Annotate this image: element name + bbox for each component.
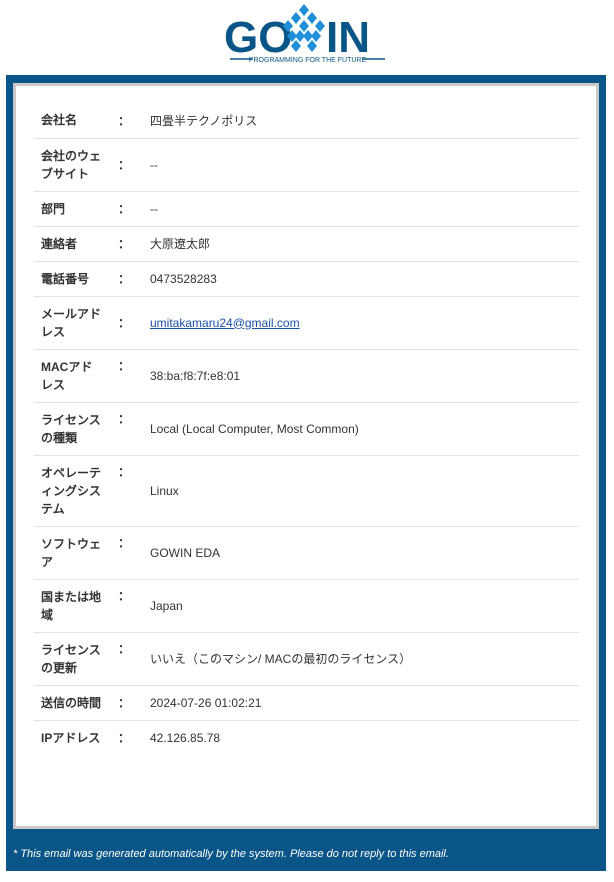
row-colon: ：: [104, 296, 144, 350]
table-row: 会社名 ： 四畳半テクノポリス: [34, 103, 579, 139]
row-colon: ：: [104, 226, 144, 262]
table-row: メールアドレス ： umitakamaru24@gmail.com: [34, 296, 579, 350]
table-row: オペレーティングシステム ： Linux: [34, 455, 579, 527]
row-colon: ：: [104, 103, 144, 139]
gowin-logo: GO IN PROGRAMMING FOR THE FUTURE: [224, 4, 385, 64]
row-label: ソフトウェア: [34, 526, 104, 580]
row-label: 連絡者: [34, 226, 104, 262]
table-row: 会社のウェブサイト ： --: [34, 138, 579, 192]
row-value-phone: 0473528283: [144, 261, 579, 297]
table-row: 送信の時間 ： 2024-07-26 01:02:21: [34, 685, 579, 721]
row-value-renewal: いいえ（このマシン/ MACの最初のライセンス）: [144, 632, 579, 686]
row-colon: ：: [104, 526, 144, 580]
logo-tagline: PROGRAMMING FOR THE FUTURE: [249, 57, 367, 64]
row-value-company: 四畳半テクノポリス: [144, 103, 579, 139]
row-colon: ：: [104, 349, 144, 403]
logo-text-go: GO: [224, 13, 292, 62]
table-row: ソフトウェア ： GOWIN EDA: [34, 526, 579, 580]
table-row: 連絡者 ： 大原遼太郎: [34, 226, 579, 262]
row-label: 会社名: [34, 103, 104, 139]
row-value-contact: 大原遼太郎: [144, 226, 579, 262]
row-value-os: Linux: [144, 455, 579, 527]
row-colon: ：: [104, 138, 144, 192]
row-label: 会社のウェブサイト: [34, 138, 104, 192]
table-row: MACアドレス ： 38:ba:f8:7f:e8:01: [34, 349, 579, 403]
row-colon: ：: [104, 685, 144, 721]
row-value-website: --: [144, 138, 579, 192]
row-label: MACアドレス: [34, 349, 104, 403]
row-label: 部門: [34, 191, 104, 227]
row-label: ライセンスの更新: [34, 632, 104, 686]
row-value-ip: 42.126.85.78: [150, 730, 221, 745]
row-colon: ：: [104, 191, 144, 227]
row-colon: ：: [104, 402, 144, 456]
content-panel-border: 会社名 ： 四畳半テクノポリス 会社のウェブサイト ： -- 部門 ： -- 連…: [13, 83, 599, 829]
auto-generated-notice: * This email was generated automatically…: [13, 848, 449, 860]
email-frame: 会社名 ： 四畳半テクノポリス 会社のウェブサイト ： -- 部門 ： -- 連…: [6, 75, 606, 871]
row-label: IPアドレス: [41, 730, 101, 745]
row-colon: ：: [104, 455, 144, 527]
row-value-license-type: Local (Local Computer, Most Common): [144, 402, 579, 456]
row-value-country: Japan: [144, 579, 579, 633]
table-row: ライセンスの種類 ： Local (Local Computer, Most C…: [34, 402, 579, 456]
header-logo-area: GO IN PROGRAMMING FOR THE FUTURE: [0, 0, 614, 75]
table-row: 電話番号 ： 0473528283: [34, 261, 579, 297]
table-row: 国または地域 ： Japan: [34, 579, 579, 633]
email-link[interactable]: umitakamaru24@gmail.com: [150, 316, 300, 330]
logo-text-in: IN: [326, 13, 370, 62]
content-panel: 会社名 ： 四畳半テクノポリス 会社のウェブサイト ： -- 部門 ： -- 連…: [16, 86, 596, 826]
row-value-mac: 38:ba:f8:7f:e8:01: [144, 349, 579, 403]
row-label: 国または地域: [34, 579, 104, 633]
row-colon: ：: [104, 261, 144, 297]
row-colon: ：: [117, 731, 130, 746]
table-row: ライセンスの更新 ： いいえ（このマシン/ MACの最初のライセンス）: [34, 632, 579, 686]
row-value-department: --: [144, 191, 579, 227]
license-info-table: 会社名 ： 四畳半テクノポリス 会社のウェブサイト ： -- 部門 ： -- 連…: [34, 103, 579, 755]
table-row: IPアドレス ： 42.126.85.78: [34, 720, 579, 755]
row-value-sent-time: 2024-07-26 01:02:21: [144, 685, 579, 721]
row-label: 送信の時間: [34, 685, 104, 721]
row-label: 電話番号: [34, 261, 104, 297]
row-colon: ：: [104, 632, 144, 686]
row-colon: ：: [104, 579, 144, 633]
row-value-software: GOWIN EDA: [144, 526, 579, 580]
row-label: メールアドレス: [34, 296, 104, 350]
row-label: オペレーティングシステム: [34, 455, 104, 527]
row-value-email: umitakamaru24@gmail.com: [144, 296, 579, 350]
table-row: 部門 ： --: [34, 191, 579, 227]
row-label: ライセンスの種類: [34, 402, 104, 456]
